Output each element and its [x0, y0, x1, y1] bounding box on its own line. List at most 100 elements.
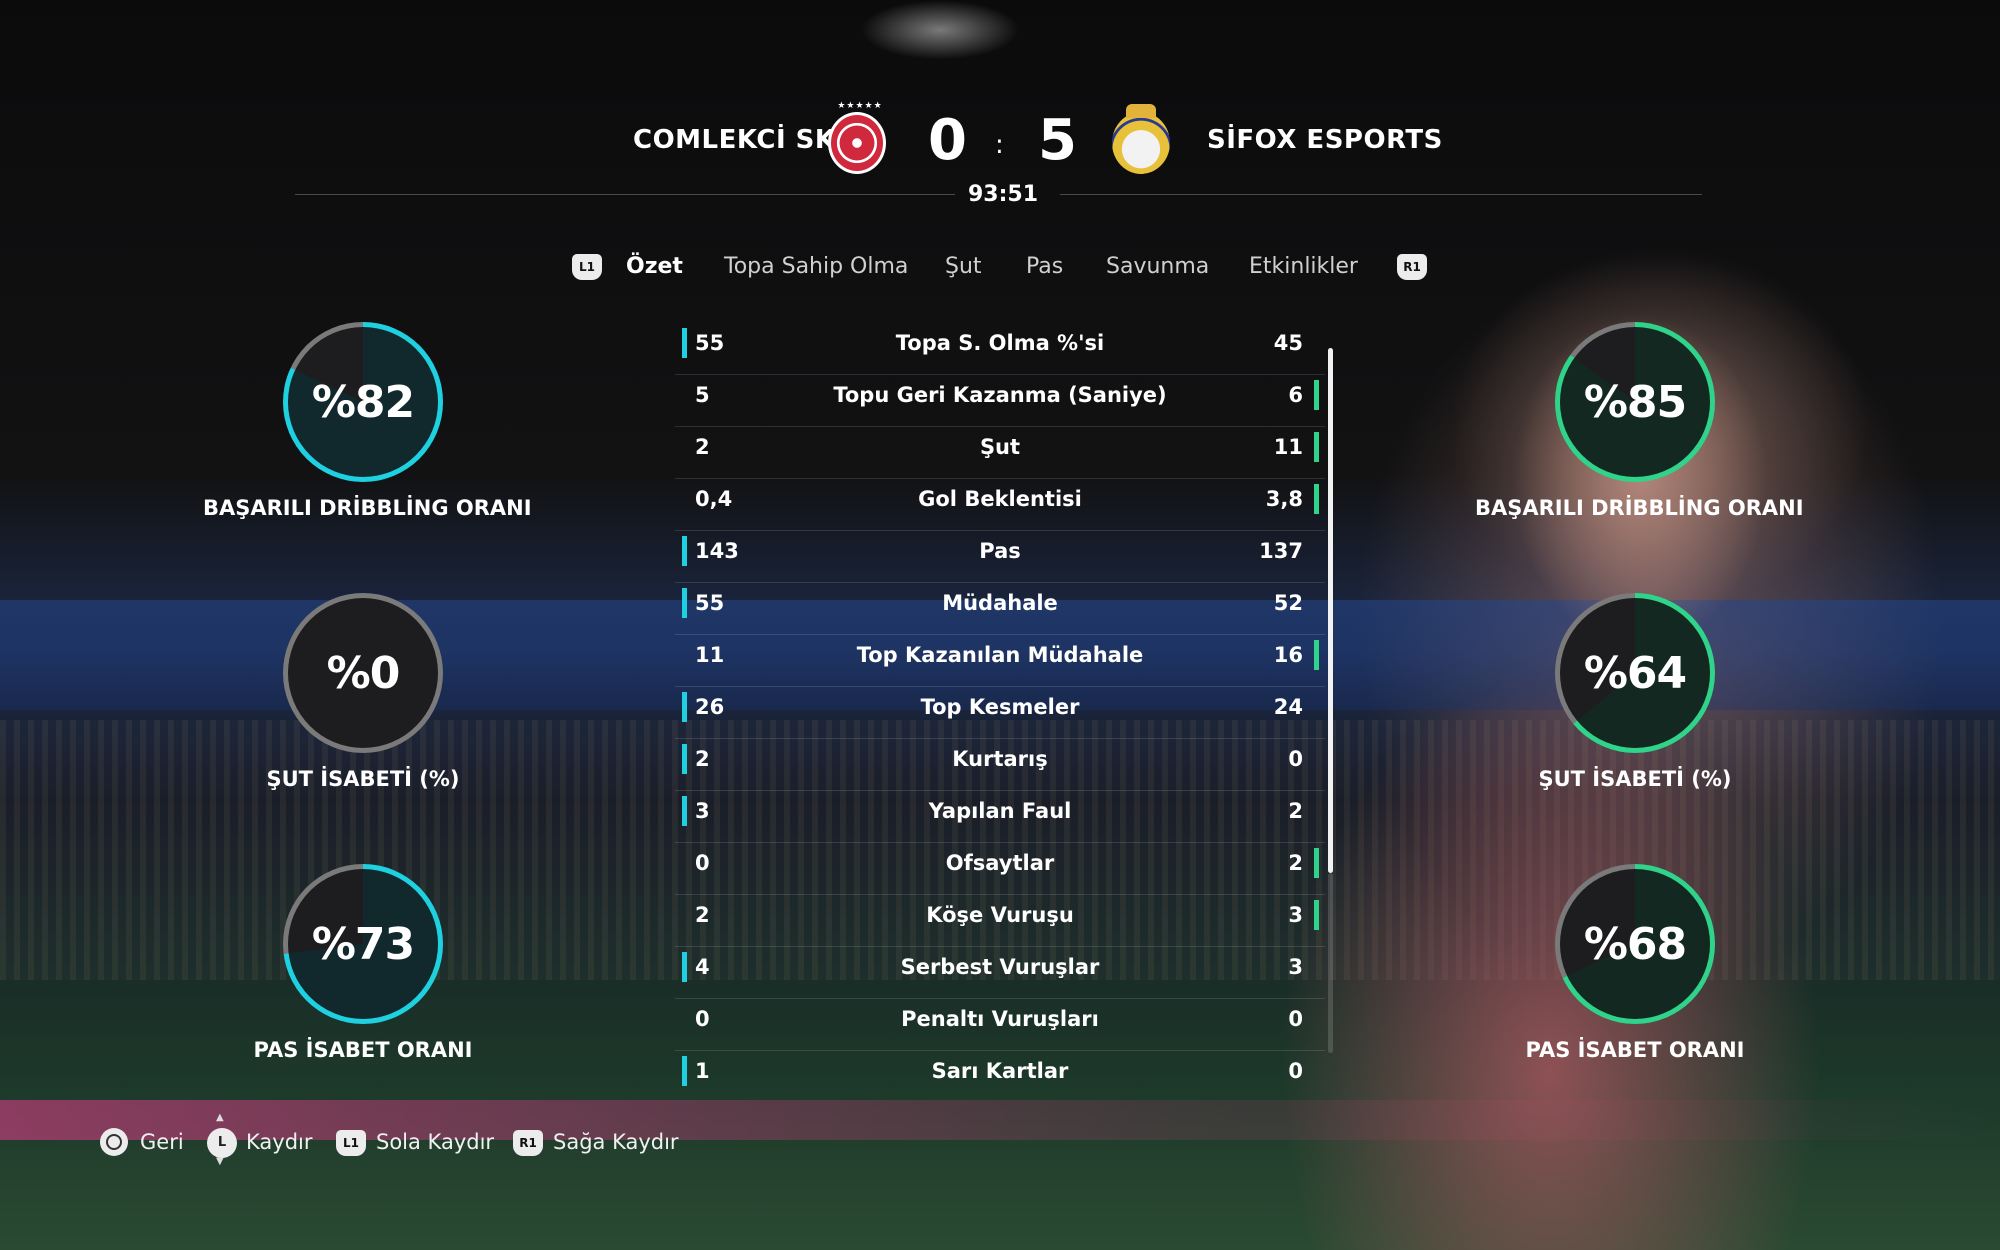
away-leader-bar: [1314, 484, 1319, 514]
tab-pas[interactable]: Pas: [1026, 254, 1063, 279]
away-stat-value: 16: [1273, 643, 1303, 667]
stat-label: Yapılan Faul: [928, 799, 1072, 823]
away-score: 5: [1038, 108, 1077, 173]
tab-ozet[interactable]: Özet: [626, 254, 683, 279]
stat-row: 4 Serbest Vuruşlar 3: [675, 947, 1325, 999]
progress-ring: %68: [1555, 864, 1715, 1024]
scroll-left-hint[interactable]: Sola Kaydır: [376, 1130, 494, 1154]
stadium-light: [860, 0, 1020, 60]
ring-label: PAS İSABET ORANI: [1525, 1038, 1745, 1062]
stat-label: Serbest Vuruşlar: [900, 955, 1100, 979]
match-header: COMLEKCİ SK ★★★★★ 0 : 5 SİFOX ESPORTS 93…: [0, 100, 2000, 220]
away-stat-value: 24: [1273, 695, 1303, 719]
circle-button-icon[interactable]: [100, 1128, 128, 1156]
tab-sut[interactable]: Şut: [945, 254, 982, 279]
stat-label: Şut: [979, 435, 1021, 459]
away-team-crest-icon: [1112, 104, 1170, 174]
stat-label: Topu Geri Kazanma (Saniye): [833, 383, 1167, 407]
away-leader-bar: [1314, 640, 1319, 670]
header-divider: [1060, 194, 1702, 195]
home-team-name: COMLEKCİ SK: [633, 125, 836, 155]
stat-row: 0 Ofsaytlar 2: [675, 843, 1325, 895]
progress-ring: %64: [1555, 593, 1715, 753]
away-stat-value: 11: [1273, 435, 1303, 459]
stats-scrollbar-thumb[interactable]: [1328, 348, 1333, 873]
back-hint[interactable]: Geri: [140, 1130, 184, 1154]
progress-ring: %73: [283, 864, 443, 1024]
match-clock: 93:51: [968, 182, 1039, 207]
away-leader-bar: [1314, 900, 1319, 930]
stat-row: 2 Köşe Vuruşu 3: [675, 895, 1325, 947]
away-leader-bar: [1314, 380, 1319, 410]
away-pass-accuracy-stat: %68 PAS İSABET ORANI: [1475, 864, 1795, 1062]
left-stick-icon[interactable]: ▲ L ▼: [207, 1112, 237, 1167]
stat-label: Sarı Kartlar: [931, 1059, 1069, 1083]
away-stat-value: 137: [1259, 539, 1303, 563]
r1-button-icon[interactable]: R1: [1397, 254, 1427, 280]
ring-value: %85: [1583, 376, 1687, 428]
stat-row: 2 Kurtarış 0: [675, 739, 1325, 791]
ring-label: BAŞARILI DRİBBLİNG ORANI: [1475, 496, 1804, 520]
left-stick-button: L: [207, 1128, 237, 1158]
progress-ring: %82: [283, 322, 443, 482]
score-separator: :: [995, 130, 1004, 160]
r1-button-icon[interactable]: R1: [513, 1130, 543, 1156]
stat-row: 5 Topu Geri Kazanma (Saniye) 6: [675, 375, 1325, 427]
ring-value: %0: [326, 647, 401, 699]
away-leader-bar: [1314, 432, 1319, 462]
ring-value: %68: [1583, 918, 1687, 970]
stat-row: 26 Top Kesmeler 24: [675, 687, 1325, 739]
home-score: 0: [928, 108, 967, 173]
away-dribbling-stat: %85 BAŞARILI DRİBBLİNG ORANI: [1475, 322, 1804, 520]
ring-label: BAŞARILI DRİBBLİNG ORANI: [203, 496, 532, 520]
away-shot-accuracy-stat: %64 ŞUT İSABETİ (%): [1475, 593, 1795, 791]
ring-label: ŞUT İSABETİ (%): [1538, 767, 1732, 791]
stat-label: Ofsaytlar: [945, 851, 1055, 875]
ring-label: ŞUT İSABETİ (%): [266, 767, 460, 791]
stat-row: 0 Penaltı Vuruşları 0: [675, 999, 1325, 1051]
arrow-down-icon: ▼: [216, 1156, 224, 1167]
home-pass-accuracy-stat: %73 PAS İSABET ORANI: [203, 864, 523, 1062]
stat-label: Top Kesmeler: [920, 695, 1080, 719]
scroll-hint[interactable]: Kaydır: [246, 1130, 313, 1154]
away-stat-value: 2: [1288, 851, 1303, 875]
progress-ring: %85: [1555, 322, 1715, 482]
tab-topa-sahip-olma[interactable]: Topa Sahip Olma: [724, 254, 908, 279]
stats-list[interactable]: 55 Topa S. Olma %'si 45 5 Topu Geri Kazanma…: [675, 323, 1325, 1102]
away-stat-value: 0: [1288, 1007, 1303, 1031]
stat-label: Müdahale: [942, 591, 1058, 615]
arrow-up-icon: ▲: [216, 1112, 224, 1123]
l1-button-icon[interactable]: L1: [336, 1130, 366, 1156]
stat-label: Kurtarış: [952, 747, 1048, 771]
stat-label: Gol Beklentisi: [918, 487, 1082, 511]
home-team-crest-icon: ★★★★★: [828, 101, 886, 174]
home-shot-accuracy-stat: %0 ŞUT İSABETİ (%): [203, 593, 523, 791]
stat-label: Pas: [979, 539, 1021, 563]
away-stat-value: 0: [1288, 747, 1303, 771]
tab-etkinlikler[interactable]: Etkinlikler: [1249, 254, 1358, 279]
away-stat-value: 2: [1288, 799, 1303, 823]
ring-value: %64: [1583, 647, 1687, 699]
stat-label: Köşe Vuruşu: [926, 903, 1074, 927]
l1-button-icon[interactable]: L1: [572, 254, 602, 280]
controller-hints: Geri ▲ L ▼ Kaydır L1 Sola Kaydır R1 Sağa…: [0, 1112, 800, 1167]
stat-row: 0,4 Gol Beklentisi 3,8: [675, 479, 1325, 531]
stat-label: Penaltı Vuruşları: [901, 1007, 1099, 1031]
scroll-right-hint[interactable]: Sağa Kaydır: [553, 1130, 679, 1154]
stat-row: 2 Şut 11: [675, 427, 1325, 479]
progress-ring: %0: [283, 593, 443, 753]
stat-row: 55 Müdahale 52: [675, 583, 1325, 635]
ring-value: %73: [311, 918, 415, 970]
tab-savunma[interactable]: Savunma: [1106, 254, 1209, 279]
away-stat-value: 52: [1273, 591, 1303, 615]
away-stat-value: 6: [1288, 383, 1303, 407]
stat-label: Topa S. Olma %'si: [895, 331, 1105, 355]
away-team-name: SİFOX ESPORTS: [1207, 125, 1443, 155]
away-leader-bar: [1314, 848, 1319, 878]
away-stat-value: 3: [1288, 955, 1303, 979]
home-dribbling-stat: %82 BAŞARILI DRİBBLİNG ORANI: [203, 322, 532, 520]
stats-scrollbar-track[interactable]: [1328, 873, 1333, 1053]
stats-tabs: L1 Özet Topa Sahip Olma Şut Pas Savunma …: [0, 250, 2000, 290]
stat-label: Top Kazanılan Müdahale: [856, 643, 1144, 667]
away-stat-value: 0: [1288, 1059, 1303, 1083]
